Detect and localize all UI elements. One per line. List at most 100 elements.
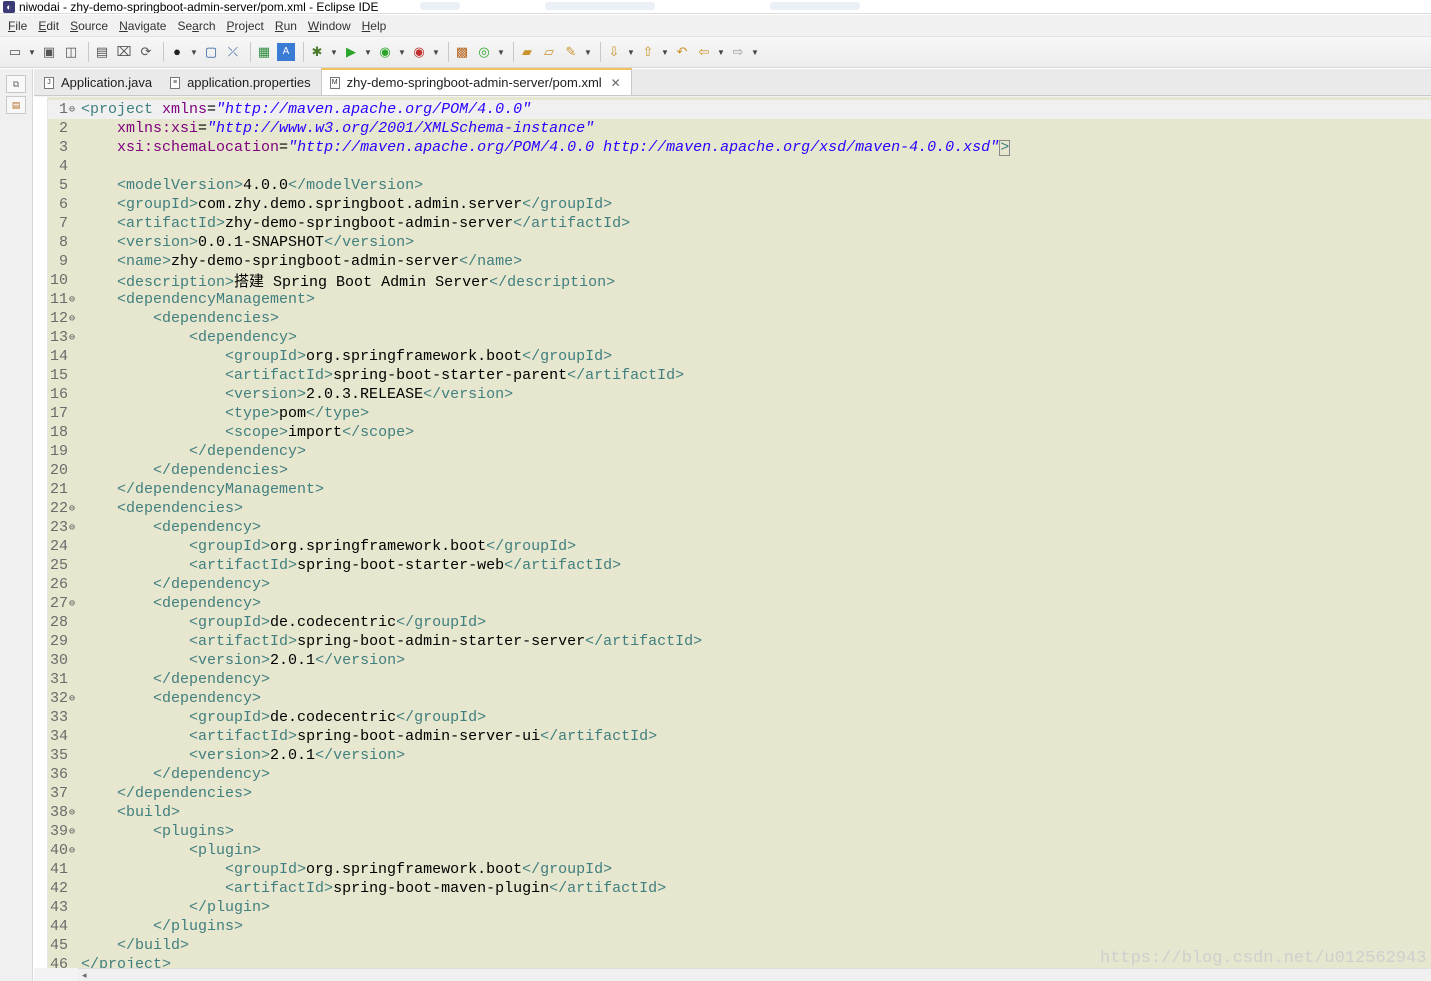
save-icon[interactable]: ▣ (40, 43, 58, 61)
run-icon[interactable]: ▶ (342, 43, 360, 61)
code-line[interactable]: 21 </dependencyManagement> (48, 480, 1431, 499)
chevron-down-icon[interactable]: ▼ (717, 43, 725, 61)
fold-toggle-icon[interactable]: ⊖ (68, 104, 81, 116)
fold-toggle-icon[interactable]: ⊖ (68, 313, 81, 325)
code-lines[interactable]: 1 ⊖ <project xmlns="http://maven.apache.or… (48, 100, 1431, 968)
menu-file[interactable]: File (3, 17, 33, 35)
fold-toggle-icon[interactable]: ⊖ (68, 693, 81, 705)
fold-toggle-icon[interactable]: ⊖ (68, 503, 81, 515)
chevron-down-icon[interactable]: ▼ (330, 43, 338, 61)
code-line[interactable]: 27 ⊖ <dependency> (48, 594, 1431, 613)
menu-run[interactable]: Run (270, 17, 303, 35)
chevron-down-icon[interactable]: ▼ (190, 43, 198, 61)
tab-application-java[interactable]: J Application.java (36, 70, 162, 95)
code-line[interactable]: 9 <name>zhy-demo-springboot-admin-server… (48, 252, 1431, 271)
menu-source[interactable]: Source (65, 17, 114, 35)
menu-search[interactable]: Search (172, 17, 221, 35)
code-line[interactable]: 31 </dependency> (48, 670, 1431, 689)
last-edit-icon[interactable]: ↶ (673, 43, 691, 61)
code-line[interactable]: 18 <scope>import</scope> (48, 423, 1431, 442)
code-line[interactable]: 10 <description>搭建 Spring Boot Admin Ser… (48, 271, 1431, 291)
breakpoint-icon[interactable]: ⤫ (224, 43, 242, 61)
code-line[interactable]: 37 </dependencies> (48, 784, 1431, 803)
next-annotation-icon[interactable]: ⇩ (605, 43, 623, 61)
code-line[interactable]: 15 <artifactId>spring-boot-starter-paren… (48, 366, 1431, 385)
code-line[interactable]: 3 xsi:schemaLocation="http://maven.apach… (48, 138, 1431, 157)
menu-navigate[interactable]: Navigate (114, 17, 172, 35)
search-icon[interactable]: ✎ (562, 43, 580, 61)
code-line[interactable]: 40 ⊖ <plugin> (48, 841, 1431, 860)
code-line[interactable]: 35 <version>2.0.1</version> (48, 746, 1431, 765)
chevron-down-icon[interactable]: ▼ (398, 43, 406, 61)
menu-project[interactable]: Project (222, 17, 270, 35)
chevron-down-icon[interactable]: ▼ (627, 43, 635, 61)
code-line[interactable]: 38 ⊖ <build> (48, 803, 1431, 822)
code-line[interactable]: 41 <groupId>org.springframework.boot</gr… (48, 860, 1431, 879)
code-line[interactable]: 17 <type>pom</type> (48, 404, 1431, 423)
code-line[interactable]: 23 ⊖ <dependency> (48, 518, 1431, 537)
code-line[interactable]: 29 <artifactId>spring-boot-admin-starter… (48, 632, 1431, 651)
ant-icon[interactable]: A (277, 43, 295, 61)
code-line[interactable]: 14 <groupId>org.springframework.boot</gr… (48, 347, 1431, 366)
new-wizard-icon[interactable]: ▭ (6, 43, 24, 61)
fold-toggle-icon[interactable]: ⊖ (68, 826, 81, 838)
prev-annotation-icon[interactable]: ⇧ (639, 43, 657, 61)
code-line[interactable]: 4 (48, 157, 1431, 176)
code-line[interactable]: 11 ⊖ <dependencyManagement> (48, 290, 1431, 309)
code-line[interactable]: 5 <modelVersion>4.0.0</modelVersion> (48, 176, 1431, 195)
code-line[interactable]: 28 <groupId>de.codecentric</groupId> (48, 613, 1431, 632)
scroll-left-icon[interactable]: ◂ (82, 969, 87, 981)
build-icon[interactable]: ⌧ (115, 43, 133, 61)
menu-help[interactable]: Help (357, 17, 393, 35)
new-class-icon[interactable]: ◎ (475, 43, 493, 61)
tab-application-properties[interactable]: ≡ application.properties (162, 70, 321, 95)
chevron-down-icon[interactable]: ▼ (432, 43, 440, 61)
open-type-icon[interactable]: ▦ (255, 43, 273, 61)
fold-toggle-icon[interactable]: ⊖ (68, 807, 81, 819)
xml-source-editor[interactable]: 1 ⊖ <project xmlns="http://maven.apache.or… (34, 97, 1431, 968)
chevron-down-icon[interactable]: ▼ (751, 43, 759, 61)
code-line[interactable]: 13 ⊖ <dependency> (48, 328, 1431, 347)
terminal-icon[interactable]: ▢ (202, 43, 220, 61)
code-line[interactable]: 36 </dependency> (48, 765, 1431, 784)
horizontal-scrollbar[interactable]: ◂ (78, 968, 1431, 981)
open-resource-icon[interactable]: ▱ (540, 43, 558, 61)
coverage-icon[interactable]: ◉ (376, 43, 394, 61)
new-package-icon[interactable]: ▩ (453, 43, 471, 61)
profile-icon[interactable]: ● (168, 43, 186, 61)
code-line[interactable]: 26 </dependency> (48, 575, 1431, 594)
fold-toggle-icon[interactable]: ⊖ (68, 845, 81, 857)
debug-icon[interactable]: ✱ (308, 43, 326, 61)
chevron-down-icon[interactable]: ▼ (497, 43, 505, 61)
fold-toggle-icon[interactable]: ⊖ (68, 294, 81, 306)
fold-toggle-icon[interactable]: ⊖ (68, 332, 81, 344)
fold-toggle-icon[interactable]: ⊖ (68, 598, 81, 610)
back-icon[interactable]: ⇦ (695, 43, 713, 61)
close-icon[interactable]: ✕ (611, 76, 621, 90)
forward-icon[interactable]: ⇨ (729, 43, 747, 61)
code-line[interactable]: 16 <version>2.0.3.RELEASE</version> (48, 385, 1431, 404)
code-line[interactable]: 33 <groupId>de.codecentric</groupId> (48, 708, 1431, 727)
binary-icon[interactable]: ▤ (93, 43, 111, 61)
open-folder-icon[interactable]: ▰ (518, 43, 536, 61)
menu-window[interactable]: Window (303, 17, 357, 35)
chevron-down-icon[interactable]: ▼ (584, 43, 592, 61)
code-line[interactable]: 22 ⊖ <dependencies> (48, 499, 1431, 518)
menu-edit[interactable]: Edit (33, 17, 65, 35)
code-line[interactable]: 24 <groupId>org.springframework.boot</gr… (48, 537, 1431, 556)
chevron-down-icon[interactable]: ▼ (364, 43, 372, 61)
code-line[interactable]: 19 </dependency> (48, 442, 1431, 461)
external-tools-icon[interactable]: ◉ (410, 43, 428, 61)
chevron-down-icon[interactable]: ▼ (661, 43, 669, 61)
code-line[interactable]: 20 </dependencies> (48, 461, 1431, 480)
code-line[interactable]: 32 ⊖ <dependency> (48, 689, 1431, 708)
code-line[interactable]: 8 <version>0.0.1-SNAPSHOT</version> (48, 233, 1431, 252)
code-line[interactable]: 12 ⊖ <dependencies> (48, 309, 1431, 328)
refresh-icon[interactable]: ⟳ (137, 43, 155, 61)
code-line[interactable]: 34 <artifactId>spring-boot-admin-server-… (48, 727, 1431, 746)
tab-pom-xml[interactable]: M zhy-demo-springboot-admin-server/pom.x… (320, 68, 632, 95)
save-all-icon[interactable]: ◫ (62, 43, 80, 61)
code-line[interactable]: 6 <groupId>com.zhy.demo.springboot.admin… (48, 195, 1431, 214)
code-line[interactable]: 42 <artifactId>spring-boot-maven-plugin<… (48, 879, 1431, 898)
code-line[interactable]: 30 <version>2.0.1</version> (48, 651, 1431, 670)
